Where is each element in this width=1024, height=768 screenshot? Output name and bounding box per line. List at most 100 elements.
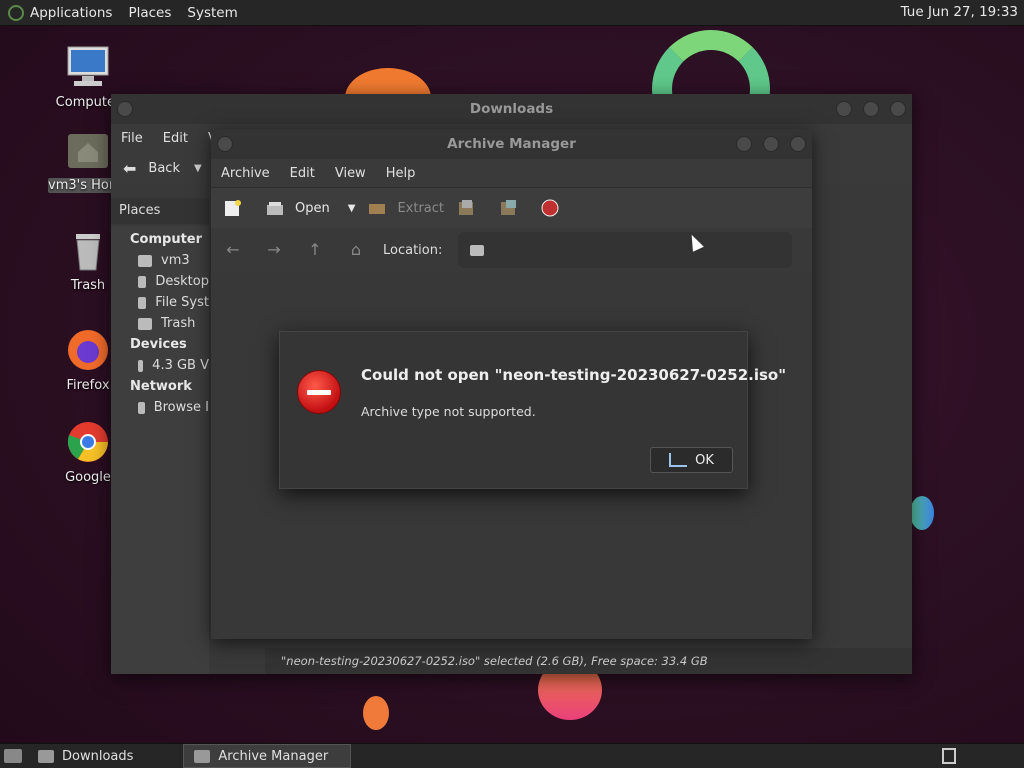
folder-icon — [38, 749, 54, 763]
up-icon[interactable]: ↑ — [305, 240, 325, 260]
location-field[interactable] — [458, 232, 793, 268]
show-desktop-icon[interactable] — [4, 749, 22, 763]
drive-icon — [138, 296, 147, 309]
sidebar-item-label: Desktop — [155, 274, 209, 289]
menu-edit[interactable]: Edit — [290, 166, 315, 181]
add-folder-button[interactable] — [498, 199, 528, 217]
location-bar: ← → ↑ ⌂ Location: — [211, 228, 812, 272]
ok-label: OK — [695, 452, 714, 468]
places-label: Places — [119, 203, 161, 218]
sidebar-item-label: Browse I — [153, 400, 209, 415]
places-sidebar: Computer vm3 Desktop File Syst Trash Dev… — [111, 226, 209, 674]
add-folder-icon — [501, 200, 516, 215]
firefox-icon — [68, 330, 108, 370]
back-button[interactable]: Back — [148, 161, 180, 176]
downloads-titlebar[interactable]: Downloads — [111, 94, 912, 124]
back-dropdown-icon[interactable]: ▼ — [194, 163, 202, 174]
network-icon — [138, 401, 145, 414]
workspace-switcher-icon[interactable] — [942, 748, 956, 764]
location-label: Location: — [383, 242, 443, 258]
menu-view[interactable]: View — [335, 166, 366, 181]
sidebar-item-label: Trash — [161, 316, 196, 331]
menu-applications[interactable]: Applications — [30, 5, 112, 21]
archive-toolbar: Open ▼ Extract — [211, 187, 812, 228]
clock[interactable]: Tue Jun 27, 19:33 — [901, 4, 1018, 20]
close-button[interactable] — [790, 136, 806, 152]
taskbar-label: Archive Manager — [218, 748, 329, 764]
sidebar-section-devices: Devices — [130, 337, 187, 352]
window-title: Archive Manager — [447, 136, 576, 152]
home-folder-icon — [68, 134, 108, 168]
open-label: Open — [295, 200, 330, 216]
sidebar-item-desktop[interactable]: Desktop — [138, 274, 209, 289]
menu-places[interactable]: Places — [128, 5, 171, 21]
sidebar-item-filesystem[interactable]: File Syst — [138, 295, 209, 310]
top-panel: Applications Places System Tue Jun 27, 1… — [0, 0, 1024, 26]
home-icon[interactable]: ⌂ — [346, 240, 366, 260]
drive-icon — [138, 359, 144, 372]
window-menu-button[interactable] — [217, 136, 233, 152]
stop-button[interactable] — [540, 199, 570, 217]
open-button[interactable]: Open ▼ — [265, 199, 355, 217]
mint-logo-icon[interactable] — [8, 4, 24, 21]
archive-icon — [194, 749, 211, 763]
archive-manager-titlebar[interactable]: Archive Manager — [211, 129, 812, 159]
forward-icon[interactable]: → — [264, 240, 284, 260]
add-files-button[interactable] — [456, 199, 486, 217]
error-dialog: Could not open "neon-testing-20230627-02… — [279, 331, 786, 489]
chrome-icon — [67, 422, 108, 462]
close-button[interactable] — [890, 101, 906, 117]
status-bar: "neon-testing-20230627-0252.iso" selecte… — [265, 648, 912, 674]
decor-blob-teal — [910, 496, 934, 530]
menu-archive[interactable]: Archive — [221, 166, 270, 181]
dialog-message: Archive type not supported. — [361, 404, 536, 419]
enter-icon — [669, 453, 688, 467]
add-files-icon — [459, 200, 473, 215]
sidebar-item-label: 4.3 GB V — [152, 358, 209, 373]
open-dropdown-icon[interactable]: ▼ — [348, 203, 356, 214]
maximize-button[interactable] — [763, 136, 779, 152]
sidebar-item-volume[interactable]: 4.3 GB V — [138, 358, 209, 373]
taskbar-label: Downloads — [62, 748, 134, 764]
window-menu-button[interactable] — [117, 101, 133, 117]
minimize-button[interactable] — [736, 136, 752, 152]
dialog-title: Could not open "neon-testing-20230627-02… — [361, 366, 787, 384]
taskbar-item-downloads[interactable]: Downloads — [28, 745, 143, 767]
ok-button[interactable]: OK — [650, 447, 733, 473]
back-arrow-icon[interactable]: ⬅ — [123, 159, 136, 178]
places-header[interactable]: Places — [111, 198, 209, 224]
bottom-panel: Downloads Archive Manager — [0, 743, 1024, 768]
extract-icon — [369, 204, 386, 214]
sidebar-item-label: File Syst — [155, 295, 209, 310]
back-icon[interactable]: ← — [223, 240, 243, 260]
trash-icon — [76, 234, 100, 271]
desktop-icon — [138, 275, 147, 288]
home-icon — [138, 254, 152, 267]
error-icon — [297, 370, 341, 414]
menu-help[interactable]: Help — [386, 166, 416, 181]
extract-button[interactable]: Extract — [367, 199, 444, 217]
archive-manager-menubar: Archive Edit View Help — [211, 159, 812, 187]
maximize-button[interactable] — [863, 101, 879, 117]
decor-blob-small — [363, 696, 389, 730]
open-archive-icon — [267, 202, 283, 215]
computer-icon — [67, 46, 109, 86]
menu-edit[interactable]: Edit — [163, 131, 188, 146]
sidebar-item-trash[interactable]: Trash — [138, 316, 209, 331]
stop-icon — [541, 199, 559, 217]
sidebar-section-network: Network — [130, 379, 192, 394]
menu-file[interactable]: File — [121, 131, 143, 146]
trash-icon — [138, 317, 152, 330]
menu-system[interactable]: System — [187, 5, 237, 21]
extract-label: Extract — [397, 200, 444, 216]
sidebar-item-vm3[interactable]: vm3 — [138, 253, 209, 268]
minimize-button[interactable] — [836, 101, 852, 117]
new-archive-button[interactable] — [223, 199, 253, 217]
folder-icon — [470, 244, 485, 256]
taskbar-item-archive-manager[interactable]: Archive Manager — [183, 744, 352, 768]
window-title: Downloads — [469, 101, 554, 117]
sidebar-item-browse-network[interactable]: Browse I — [138, 400, 209, 415]
sidebar-item-label: vm3 — [161, 253, 190, 268]
new-file-icon — [225, 200, 241, 216]
sidebar-section-computer: Computer — [130, 232, 203, 247]
